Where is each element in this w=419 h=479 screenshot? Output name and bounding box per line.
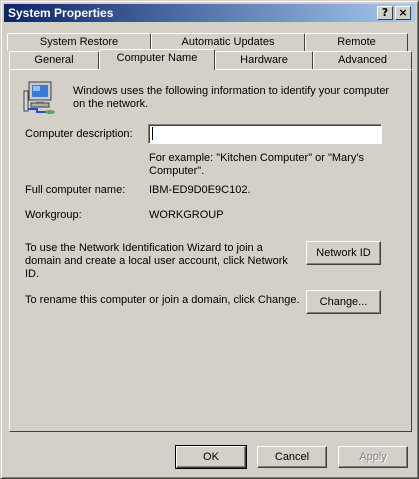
network-id-button-label: Network ID xyxy=(316,247,371,259)
rename-text: To rename this computer or join a domain… xyxy=(25,294,300,306)
tab-computer-name[interactable]: Computer Name xyxy=(99,49,215,70)
computer-description-label: Computer description: xyxy=(25,128,133,140)
text-caret xyxy=(152,127,153,140)
change-button-label: Change... xyxy=(319,296,368,308)
cancel-button-label: Cancel xyxy=(274,451,310,463)
full-computer-name-value: IBM-ED9D0E9C102. xyxy=(149,184,251,196)
network-id-text-line-1: To use the Network Identification Wizard… xyxy=(25,242,263,254)
tab-remote[interactable]: Remote xyxy=(305,33,408,51)
intro-text-line-2: on the network. xyxy=(73,98,149,110)
computer-network-icon xyxy=(23,81,55,114)
cancel-button[interactable]: Cancel xyxy=(257,446,327,468)
tab-hardware[interactable]: Hardware xyxy=(215,51,313,69)
workgroup-value: WORKGROUP xyxy=(149,209,224,221)
title-bar[interactable]: System Properties ? × xyxy=(4,4,415,22)
tab-advanced[interactable]: Advanced xyxy=(313,51,412,69)
workgroup-label: Workgroup: xyxy=(25,209,82,221)
ok-button-label: OK xyxy=(203,451,219,463)
network-id-text-line-3: ID. xyxy=(25,268,40,280)
example-text-line-1: For example: "Kitchen Computer" or "Mary… xyxy=(149,152,364,164)
network-id-text-line-2: domain and create a local user account, … xyxy=(25,255,288,267)
change-button[interactable]: Change... xyxy=(306,290,381,314)
full-computer-name-label: Full computer name: xyxy=(25,184,126,196)
close-button[interactable]: × xyxy=(395,6,411,20)
apply-button-label: Apply xyxy=(359,451,387,463)
example-text-line-2: Computer". xyxy=(149,165,205,177)
apply-button[interactable]: Apply xyxy=(338,446,408,468)
system-properties-window: System Properties ? × System Restore Aut… xyxy=(0,0,419,479)
window-title: System Properties xyxy=(8,6,114,20)
computer-description-input[interactable] xyxy=(148,124,382,144)
tab-general[interactable]: General xyxy=(9,51,99,69)
help-button[interactable]: ? xyxy=(377,6,393,20)
network-id-button[interactable]: Network ID xyxy=(306,241,381,265)
intro-text-line-1: Windows uses the following information t… xyxy=(73,85,390,97)
ok-button[interactable]: OK xyxy=(175,445,247,469)
